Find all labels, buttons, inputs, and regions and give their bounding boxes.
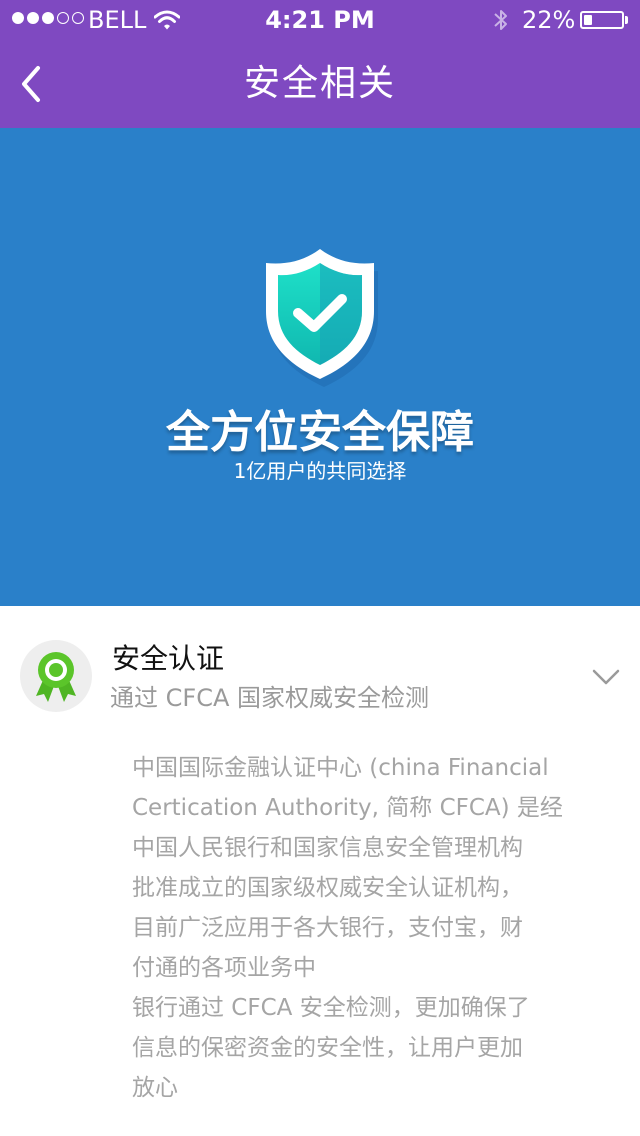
bluetooth-icon [494,10,507,30]
security-banner: 全方位安全保障 1亿用户的共同选择 [0,128,640,606]
description-line: Certication Authority, 简称 CFCA) 是经 [132,795,563,821]
certificate-badge-icon [36,652,76,702]
banner-subtitle: 1亿用户的共同选择 [233,459,407,483]
description-line: 中国人民银行和国家信息安全管理机构 [132,835,523,861]
description-line: 放心 [132,1075,178,1101]
battery-nub [625,16,628,24]
battery-icon [580,11,624,29]
page-title: 安全相关 [243,63,396,104]
battery-percent: 22% [522,6,576,34]
security-certification-item[interactable]: 安全认证 通过 CFCA 国家权威安全检测 [0,606,640,736]
description-line: 中国国际金融认证中心 (china Financial [132,755,549,781]
chevron-down-icon[interactable] [592,668,620,686]
description-line: 批准成立的国家级权威安全认证机构， [132,875,523,901]
battery-level [584,15,592,25]
status-bar: BELL 4:21 PM 22% [0,0,640,40]
description-line: 银行通过 CFCA 安全检测，更加确保了 [132,995,530,1021]
certification-description: 中国国际金融认证中心 (china Financial Certication … [132,748,602,1108]
badge-avatar [20,640,92,712]
description-line: 目前广泛应用于各大银行，支付宝，财 [132,915,523,941]
banner-title: 全方位安全保障 [166,407,474,458]
description-line: 付通的各项业务中 [132,955,316,981]
certification-title: 安全认证 [112,642,225,675]
nav-bar: 安全相关 [0,40,640,128]
shield-check-icon [266,249,378,387]
certification-subtitle: 通过 CFCA 国家权威安全检测 [110,684,429,712]
description-line: 信息的保密资金的安全性，让用户更加 [132,1035,523,1061]
